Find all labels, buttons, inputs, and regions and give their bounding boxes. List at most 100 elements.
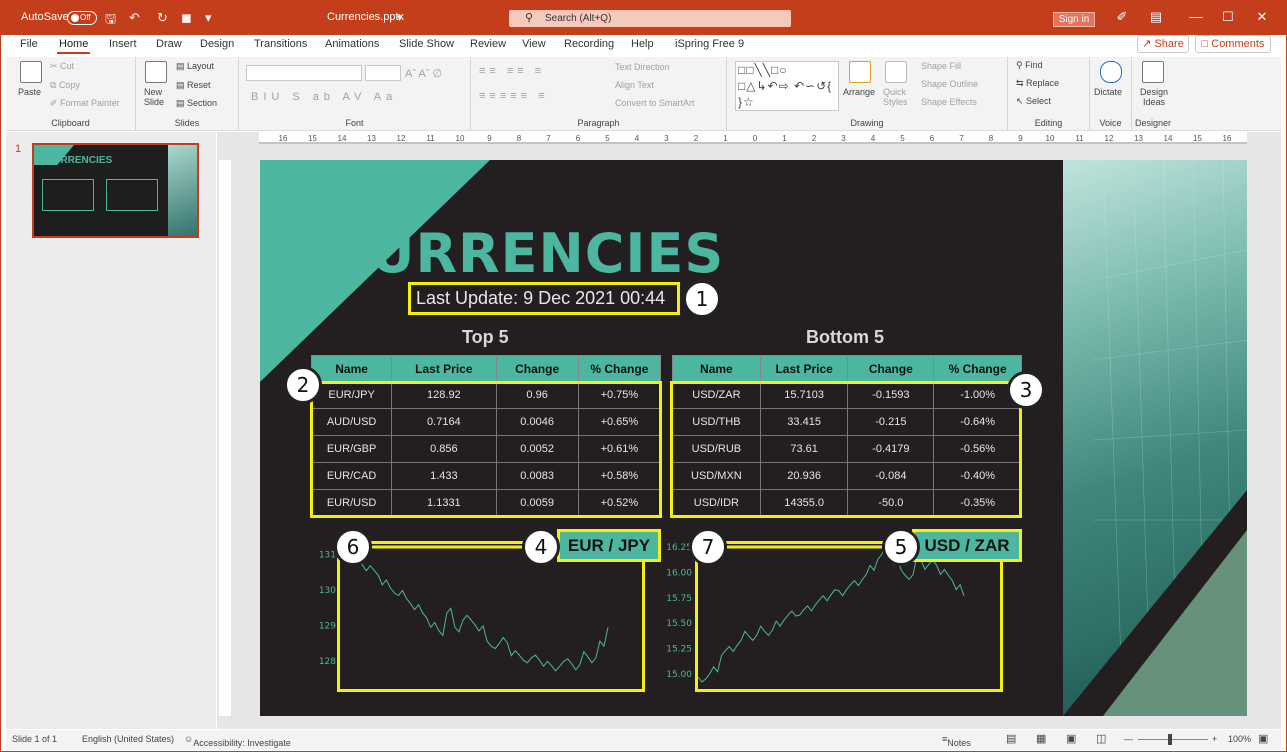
present-icon[interactable]: ◼ <box>181 10 192 26</box>
drawing-group: □□╲╲□○ □△↳↶⇨ ↶∽↺{ }☆ Arrange Quick Style… <box>727 57 1008 131</box>
tab-slide-show[interactable]: Slide Show <box>399 38 454 50</box>
font-size-buttons[interactable]: Aˆ Aˇ ∅ <box>405 67 442 80</box>
layout-button[interactable]: ▤ Layout <box>176 61 214 72</box>
customize-qat-icon[interactable]: ▾ <box>205 10 212 26</box>
design-ideas-button[interactable]: Design Ideas <box>1138 87 1170 107</box>
tab-animations[interactable]: Animations <box>325 38 379 50</box>
reset-label: Reset <box>187 80 211 90</box>
designer-group: Design Ideas Designer <box>1132 57 1174 131</box>
design-ideas-icon[interactable] <box>1142 61 1164 83</box>
arrange-button[interactable]: Arrange <box>843 87 875 97</box>
thumb-table-left <box>42 179 94 211</box>
ruler-number: 14 <box>338 134 347 143</box>
close-icon[interactable]: ✕ <box>1247 9 1277 25</box>
zoom-level[interactable]: 100% <box>1228 734 1251 744</box>
horizontal-ruler: 16 15 14 13 12 11 10 9 8 7 6 5 4 3 2 1 0 1 2 3 4 5 6 7 8 9 10 11 12 1… <box>259 132 1247 144</box>
chevron-down-icon[interactable]: ▾ <box>397 11 403 24</box>
ruler-number: 13 <box>367 134 376 143</box>
maximize-icon[interactable]: ☐ <box>1213 9 1243 25</box>
tab-draw[interactable]: Draw <box>156 38 182 50</box>
ruler-number: 16 <box>1223 134 1232 143</box>
copy-button[interactable]: ⧉ Copy <box>50 80 80 91</box>
paste-button[interactable]: Paste <box>18 87 41 97</box>
find-button[interactable]: ⚲ Find <box>1016 60 1043 71</box>
slide-thumbnail[interactable]: CURRENCIES <box>32 143 199 238</box>
sign-in-button[interactable]: Sign in <box>1053 12 1095 27</box>
ruler-number: 3 <box>664 134 669 143</box>
undo-icon[interactable]: ↶ <box>129 10 140 26</box>
zoom-slider-thumb[interactable] <box>1168 734 1172 745</box>
reset-button[interactable]: ▤ Reset <box>176 80 211 91</box>
text-direction-button[interactable]: Text Direction <box>615 62 670 72</box>
editing-group: ⚲ Find ⇆ Replace ↖ Select Editing <box>1008 57 1090 131</box>
tab-transitions[interactable]: Transitions <box>254 38 307 50</box>
tab-insert[interactable]: Insert <box>109 38 137 50</box>
new-slide-button[interactable]: New Slide <box>144 87 174 107</box>
ruler-number: 10 <box>456 134 465 143</box>
fit-to-window-icon[interactable]: ▣ <box>1258 732 1268 745</box>
save-icon[interactable]: 🖫 <box>105 10 116 32</box>
tab-home[interactable]: Home <box>56 38 91 54</box>
microphone-icon[interactable] <box>1100 61 1122 83</box>
ruler-number: 12 <box>1105 134 1114 143</box>
document-title: Currencies.pptx <box>327 11 405 23</box>
tab-file[interactable]: File <box>20 38 38 50</box>
zoom-out-icon[interactable]: — <box>1124 734 1133 744</box>
tab-review[interactable]: Review <box>470 38 506 50</box>
section-button[interactable]: ▤ Section <box>176 98 217 109</box>
convert-smartart-button[interactable]: Convert to SmartArt <box>615 98 695 108</box>
normal-view-icon[interactable]: ▤ <box>1006 732 1016 745</box>
slideshow-view-icon[interactable]: ◫ <box>1096 732 1106 745</box>
reading-view-icon[interactable]: ▣ <box>1066 732 1076 745</box>
font-format-buttons[interactable]: BIU S ab AV Aa <box>251 91 397 103</box>
paste-icon[interactable] <box>20 61 42 83</box>
redo-icon[interactable]: ↻ <box>157 10 168 26</box>
select-button[interactable]: ↖ Select <box>1016 96 1051 107</box>
slide-sorter-icon[interactable]: ▦ <box>1036 732 1046 745</box>
tab-view[interactable]: View <box>522 38 546 50</box>
zoom-in-icon[interactable]: + <box>1212 734 1217 744</box>
slide[interactable]: CURRENCIES Last Update: 9 Dec 2021 00:44… <box>260 160 1247 716</box>
thumbnail-number: 1 <box>15 143 22 155</box>
comments-button[interactable]: □ Comments <box>1195 35 1271 53</box>
shape-fill-button[interactable]: Shape Fill <box>921 61 961 71</box>
dictate-button[interactable]: Dictate <box>1094 87 1122 97</box>
minimize-icon[interactable]: — <box>1181 9 1211 24</box>
shapes-gallery[interactable]: □□╲╲□○ □△↳↶⇨ ↶∽↺{ }☆ <box>735 61 839 111</box>
ruler-number: 1 <box>723 134 728 143</box>
format-painter-button[interactable]: ✐ Format Painter <box>50 98 120 109</box>
font-size-combo[interactable] <box>365 65 401 81</box>
accessibility-status[interactable]: ☺ Accessibility: Investigate <box>184 734 291 748</box>
cut-button[interactable]: ✂ Cut <box>50 61 74 72</box>
ruler-number: 13 <box>1134 134 1143 143</box>
tab-design[interactable]: Design <box>200 38 234 50</box>
tab-help[interactable]: Help <box>631 38 654 50</box>
shape-effects-button[interactable]: Shape Effects <box>921 97 977 107</box>
zoom-slider-track[interactable] <box>1138 739 1208 740</box>
quick-styles-icon[interactable] <box>885 61 907 83</box>
replace-button[interactable]: ⇆ Replace <box>1016 78 1059 89</box>
paragraph-group: ≡≡ ≡≡ ≡ ≡≡≡≡≡ ≡ Text Direction Align Tex… <box>471 57 727 131</box>
ribbon-display-icon[interactable]: ▤ <box>1141 9 1171 25</box>
align-text-button[interactable]: Align Text <box>615 80 654 90</box>
tab-recording[interactable]: Recording <box>564 38 614 50</box>
autosave-label: AutoSave <box>21 11 69 23</box>
tab-ispring[interactable]: iSpring Free 9 <box>675 38 744 50</box>
pen-icon[interactable]: ✐ <box>1107 9 1137 25</box>
language-indicator[interactable]: English (United States) <box>82 734 174 744</box>
arrange-icon[interactable] <box>849 61 871 83</box>
quick-styles-button[interactable]: Quick Styles <box>883 87 909 107</box>
font-group-label: Font <box>345 118 364 128</box>
font-name-combo[interactable] <box>246 65 362 81</box>
search-input[interactable]: ⚲ Search (Alt+Q) <box>509 10 791 27</box>
autosave-toggle[interactable]: Off <box>67 11 97 25</box>
shape-outline-button[interactable]: Shape Outline <box>921 79 978 89</box>
list-buttons[interactable]: ≡≡ ≡≡ ≡ <box>479 65 545 77</box>
slides-group-label: Slides <box>174 118 200 128</box>
share-button[interactable]: ↗ Share <box>1137 35 1189 53</box>
notes-button[interactable]: ≡ Notes <box>942 734 971 748</box>
drawing-group-label: Drawing <box>850 118 884 128</box>
align-buttons[interactable]: ≡≡≡≡≡ ≡ <box>479 90 549 102</box>
new-slide-icon[interactable] <box>145 61 167 83</box>
thumb-title: CURRENCIES <box>46 155 113 166</box>
